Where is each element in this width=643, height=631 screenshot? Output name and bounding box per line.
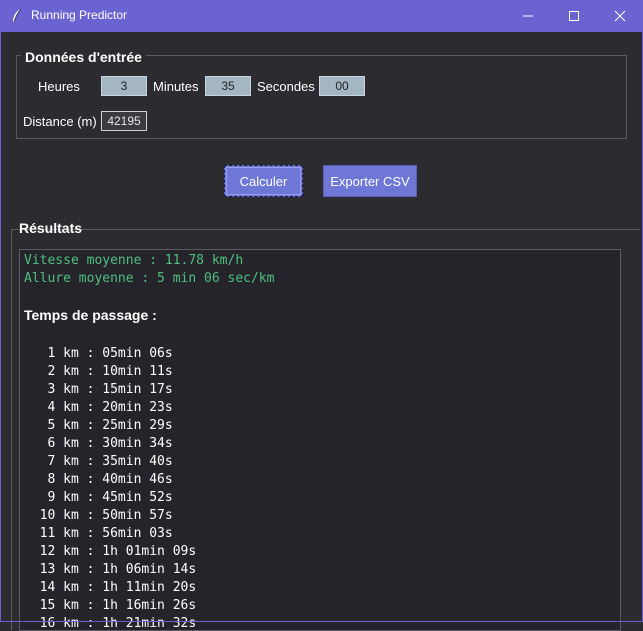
title-bar: Running Predictor <box>0 0 643 32</box>
results-title: Résultats <box>19 220 83 236</box>
split-row: 2 km : 10min 11s <box>24 364 173 379</box>
results-text-area[interactable]: Vitesse moyenne : 11.78 km/h Allure moye… <box>19 249 621 631</box>
split-row: 16 km : 1h 21min 32s <box>24 616 197 631</box>
split-row: 5 km : 25min 29s <box>24 418 173 433</box>
minutes-label: Minutes <box>153 79 199 94</box>
minutes-input[interactable]: 35 <box>205 76 251 96</box>
maximize-button[interactable] <box>551 0 597 32</box>
split-row: 13 km : 1h 06min 14s <box>24 562 197 577</box>
average-pace-text: Allure moyenne : 5 min 06 sec/km <box>24 271 275 286</box>
hours-input[interactable]: 3 <box>101 76 147 96</box>
average-speed-text: Vitesse moyenne : 11.78 km/h <box>24 253 244 268</box>
split-row: 10 km : 50min 57s <box>24 508 173 523</box>
split-row: 6 km : 30min 34s <box>24 436 173 451</box>
calculate-button[interactable]: Calculer <box>224 165 303 197</box>
split-row: 3 km : 15min 17s <box>24 382 173 397</box>
split-row: 11 km : 56min 03s <box>24 526 173 541</box>
seconds-label: Secondes <box>257 79 315 94</box>
feather-icon <box>13 8 22 23</box>
distance-label: Distance (m) <box>23 114 97 129</box>
distance-input[interactable]: 42195 <box>101 111 147 131</box>
split-row: 14 km : 1h 11min 20s <box>24 580 197 595</box>
split-times-heading: Temps de passage : <box>24 307 157 323</box>
split-row: 4 km : 20min 23s <box>24 400 173 415</box>
minimize-icon <box>523 15 533 17</box>
split-row: 1 km : 05min 06s <box>24 346 173 361</box>
split-row: 8 km : 40min 46s <box>24 472 173 487</box>
hours-label: Heures <box>38 79 80 94</box>
seconds-input[interactable]: 00 <box>319 76 365 96</box>
split-row: 15 km : 1h 16min 26s <box>24 598 197 613</box>
maximize-icon <box>569 11 579 21</box>
split-times-list: 1 km : 05min 06s 2 km : 10min 11s 3 km :… <box>24 345 197 631</box>
split-row: 12 km : 1h 01min 09s <box>24 544 197 559</box>
close-icon <box>614 10 626 22</box>
export-csv-button[interactable]: Exporter CSV <box>323 165 417 197</box>
window-title: Running Predictor <box>31 8 128 22</box>
close-button[interactable] <box>597 0 643 32</box>
split-row: 9 km : 45min 52s <box>24 490 173 505</box>
split-row: 7 km : 35min 40s <box>24 454 173 469</box>
input-group-title: Données d'entrée <box>21 49 146 65</box>
minimize-button[interactable] <box>505 0 551 32</box>
